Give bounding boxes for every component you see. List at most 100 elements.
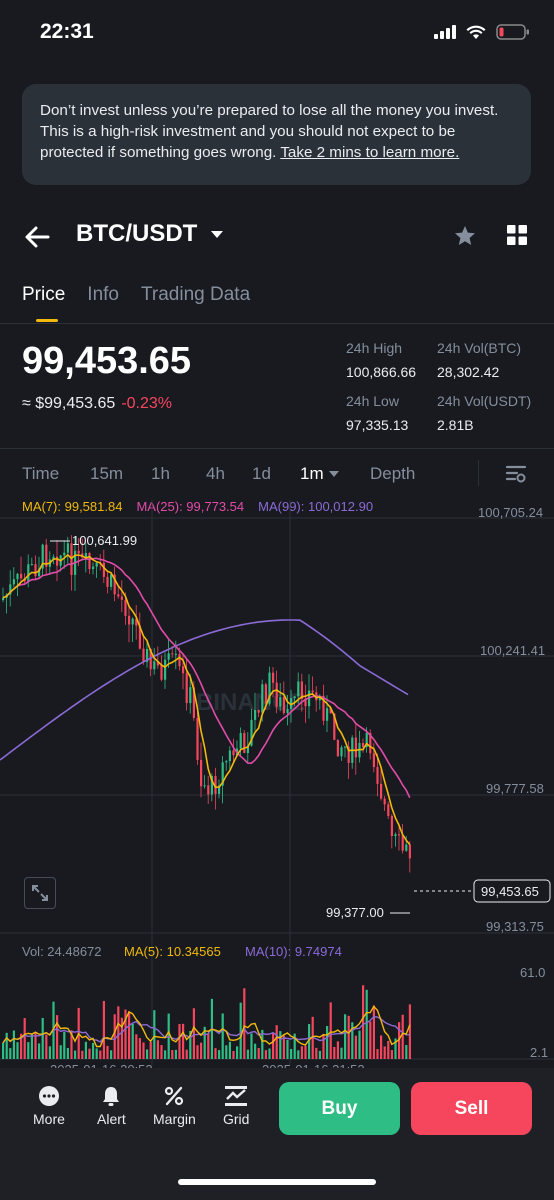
candle (239, 733, 242, 749)
tab-info[interactable]: Info (87, 284, 119, 306)
candle (264, 684, 267, 704)
candle (102, 562, 105, 577)
kline-chart[interactable]: BINANCE 100,641.99 99,377.00 99,453.65 1… (0, 490, 554, 1070)
learn-more-link[interactable]: Take 2 mins to learn more. (280, 144, 459, 161)
volume-bar (405, 1045, 408, 1059)
volume-bar (347, 1015, 350, 1059)
volume-bar (380, 1035, 383, 1059)
candle (30, 564, 33, 566)
low-label: 24h Low (346, 393, 399, 409)
volume-bar (246, 1049, 249, 1059)
candle (124, 599, 127, 616)
volume-bar (27, 1042, 30, 1059)
candle (66, 543, 69, 553)
volume-bar (131, 1023, 134, 1059)
nav-grid[interactable]: Grid (223, 1085, 249, 1127)
tab-bar: Price Info Trading Data (22, 284, 250, 306)
high-marker: 100,641.99 (72, 533, 137, 548)
more-icon (38, 1086, 59, 1106)
volume-bar (239, 1002, 242, 1059)
candle (110, 574, 113, 587)
volume-bar (333, 1046, 336, 1059)
home-indicator (178, 1179, 376, 1185)
interval-depth[interactable]: Depth (370, 464, 440, 484)
interval-4h[interactable]: 4h (206, 464, 252, 484)
candle (340, 747, 343, 757)
candle (297, 681, 300, 697)
chevron-down-icon (328, 471, 339, 477)
volume-axis-bottom: 2.1 (530, 1045, 548, 1060)
vol-btc-value: 28,302.42 (437, 364, 500, 380)
candle (362, 742, 365, 747)
grid-layout-icon[interactable] (506, 224, 528, 246)
pair-selector[interactable]: BTC/USDT (76, 220, 224, 248)
candle (336, 739, 339, 757)
candle (279, 697, 282, 707)
candle (27, 564, 30, 582)
last-price-tag-text: 99,453.65 (481, 884, 539, 899)
volume-bar (282, 1035, 285, 1059)
tab-price[interactable]: Price (22, 284, 65, 306)
star-icon[interactable] (453, 224, 477, 248)
volume-bar (9, 1048, 12, 1059)
candle (344, 746, 347, 748)
volume-bar (41, 1017, 44, 1059)
candle (394, 834, 397, 836)
interval-1h[interactable]: 1h (151, 464, 206, 484)
active-tab-indicator (36, 319, 58, 322)
volume-bar (318, 1050, 321, 1059)
fullscreen-button[interactable] (24, 877, 56, 909)
candle (405, 844, 408, 851)
volume-bar (279, 1031, 282, 1059)
volume-bar (369, 1021, 372, 1059)
low-marker: 99,377.00 (326, 905, 384, 920)
volume-bar (59, 1045, 62, 1059)
candle (196, 717, 199, 760)
candle (182, 666, 185, 674)
nav-margin[interactable]: Margin (153, 1085, 196, 1127)
volume-bar (92, 1042, 95, 1059)
volume-bar (164, 1050, 167, 1059)
chevron-down-icon (211, 230, 224, 238)
candle (225, 761, 228, 763)
candle (372, 753, 375, 768)
candle (398, 834, 401, 836)
candle (354, 737, 357, 758)
candle (63, 552, 66, 556)
candle (117, 594, 120, 597)
price-axis-label: 100,705.24 (478, 505, 543, 520)
nav-more[interactable]: More (33, 1085, 65, 1127)
volume-bar (74, 1050, 77, 1059)
high-label: 24h High (346, 340, 403, 356)
volume-bar (192, 1008, 195, 1059)
tab-trading-data[interactable]: Trading Data (141, 284, 250, 306)
nav-alert[interactable]: Alert (97, 1085, 126, 1127)
volume-bar (268, 1048, 271, 1059)
sell-button[interactable]: Sell (411, 1082, 532, 1135)
back-arrow-icon[interactable] (22, 222, 52, 252)
interval-1m[interactable]: 1m (300, 464, 370, 484)
buy-button[interactable]: Buy (279, 1082, 400, 1135)
fiat-price: ≈ $99,453.65 (22, 395, 116, 412)
volume-bar (387, 1040, 390, 1059)
volume-bar (250, 1033, 253, 1059)
pair-name: BTC/USDT (76, 220, 198, 247)
nav-more-label: More (33, 1111, 65, 1127)
interval-time[interactable]: Time (22, 464, 90, 484)
candle (189, 687, 192, 704)
bell-icon (103, 1087, 120, 1106)
candle (171, 653, 174, 655)
volume-bar (225, 1045, 228, 1059)
candle (261, 684, 264, 713)
volume-bar (174, 1049, 177, 1059)
candle (293, 696, 296, 699)
candle (167, 653, 170, 660)
interval-15m[interactable]: 15m (90, 464, 151, 484)
status-icons (434, 24, 530, 40)
chart-settings-icon[interactable] (505, 463, 527, 485)
volume-bar (315, 1047, 318, 1059)
volume-bar (257, 1048, 260, 1059)
interval-1d[interactable]: 1d (252, 464, 300, 484)
volume-bar (243, 988, 246, 1059)
volume-ma10: MA(10): 9.74974 (245, 944, 342, 959)
